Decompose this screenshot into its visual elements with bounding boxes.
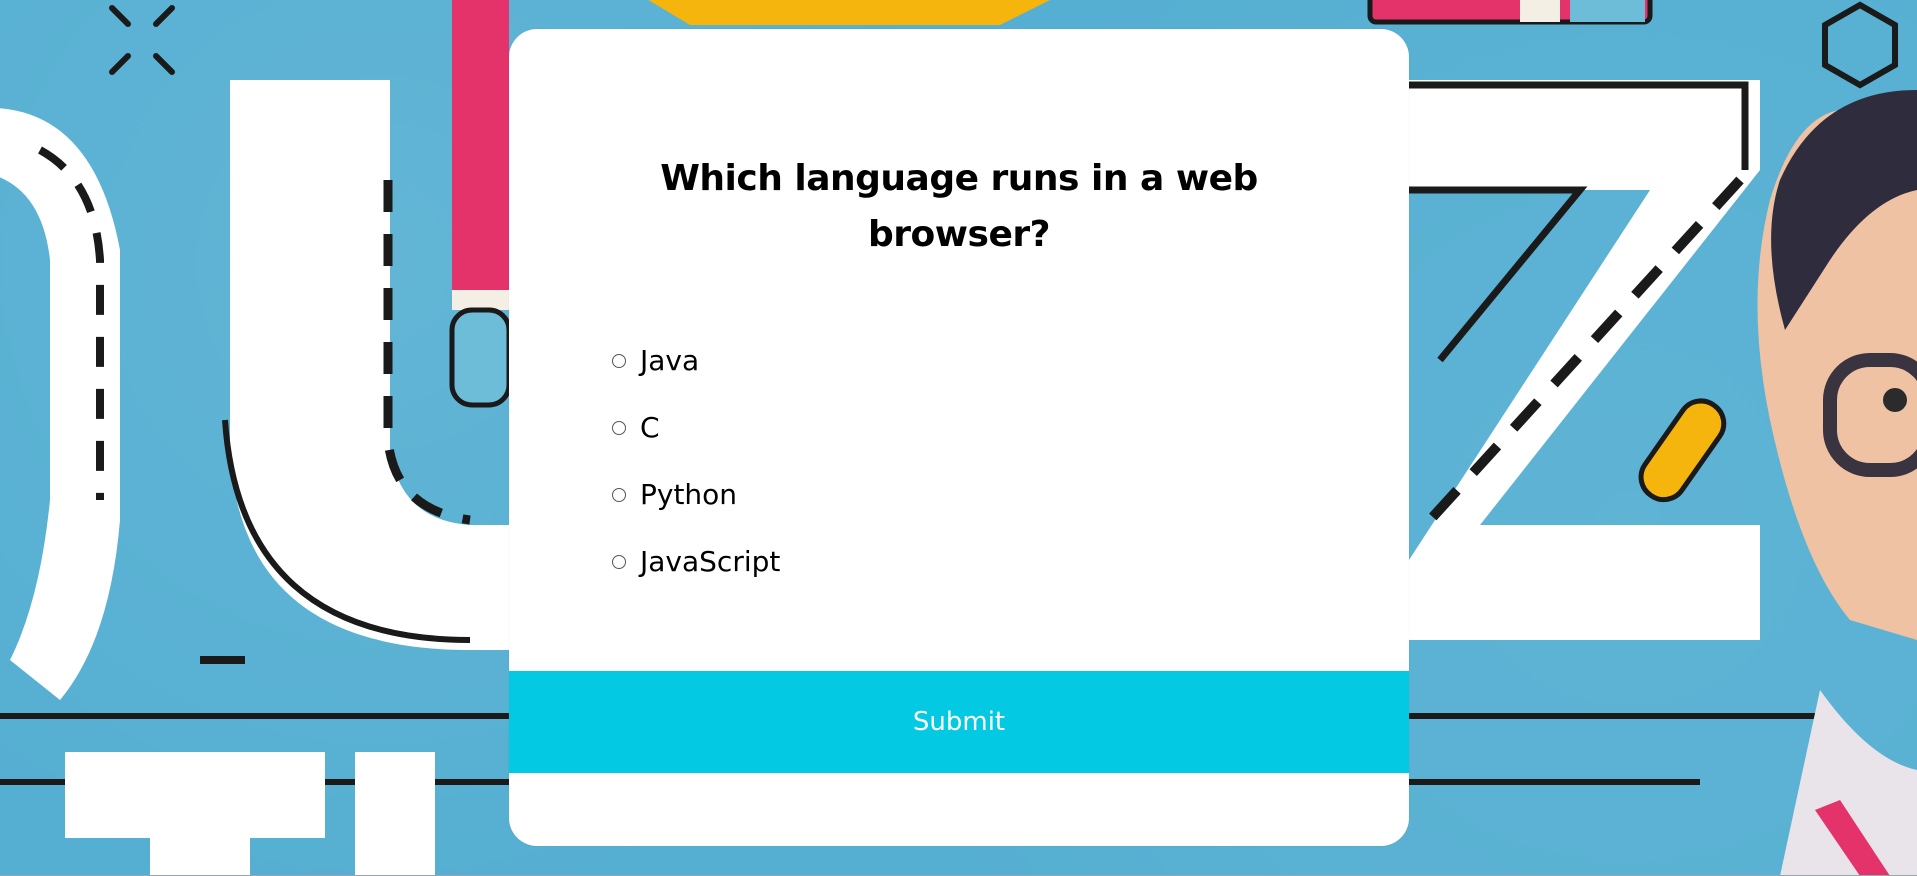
answer-option-javascript[interactable]: JavaScript	[612, 528, 780, 595]
answer-list: Java C Python JavaScript	[612, 327, 780, 595]
radio-button[interactable]	[612, 420, 626, 435]
answer-label[interactable]: Java	[640, 344, 699, 377]
answer-label[interactable]: JavaScript	[640, 545, 780, 578]
answer-label[interactable]: C	[640, 411, 660, 444]
radio-button[interactable]	[612, 554, 626, 569]
quiz-card: Which language runs in a web browser? Ja…	[509, 29, 1409, 846]
answer-option-c[interactable]: C	[612, 394, 780, 461]
answer-option-python[interactable]: Python	[612, 461, 780, 528]
answer-label[interactable]: Python	[640, 478, 737, 511]
radio-button[interactable]	[612, 353, 626, 368]
radio-button[interactable]	[612, 487, 626, 502]
submit-button[interactable]: Submit	[509, 671, 1409, 773]
question-heading: Which language runs in a web browser?	[660, 158, 1258, 255]
answer-option-java[interactable]: Java	[612, 327, 780, 394]
